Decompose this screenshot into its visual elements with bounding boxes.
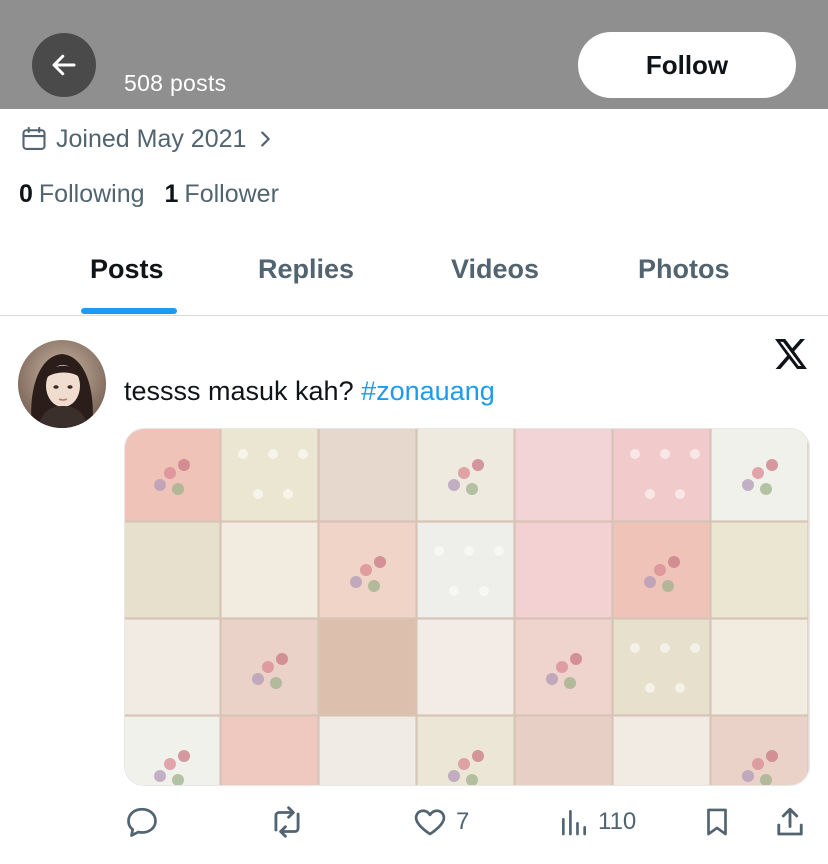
calendar-icon	[22, 126, 46, 150]
posts-count: 508 posts	[124, 70, 227, 96]
arrow-left-icon	[52, 54, 76, 76]
share-icon	[777, 807, 803, 836]
back-button[interactable]	[32, 33, 96, 97]
following-label: Following	[38, 180, 145, 208]
followers-count: 1	[164, 180, 179, 208]
profile-tabs: Posts Replies Videos Photos	[0, 240, 828, 316]
profile-header: 508 posts Follow	[0, 0, 828, 109]
repost-icon	[274, 806, 300, 838]
tab-posts[interactable]: Posts	[90, 254, 164, 285]
following-count: 0	[19, 180, 33, 208]
follow-stats: 0 Following 1 Follower	[19, 180, 279, 209]
repost-button[interactable]	[268, 800, 306, 844]
tab-replies[interactable]: Replies	[258, 254, 354, 285]
patchwork-quilt-image	[125, 429, 809, 785]
post-image[interactable]	[124, 428, 810, 786]
post-actions: 7 110	[0, 800, 828, 844]
avatar[interactable]	[18, 340, 106, 428]
tab-videos[interactable]: Videos	[451, 254, 539, 285]
post-text: tessss masuk kah? #zonauang	[124, 376, 495, 407]
joined-date[interactable]: Joined May 2021	[20, 122, 276, 156]
views-button[interactable]: 110	[558, 800, 636, 844]
joined-label: Joined May 2021	[56, 124, 247, 153]
x-logo-icon[interactable]	[772, 336, 808, 372]
avatar-image	[18, 340, 106, 428]
following-stat[interactable]: 0 Following	[19, 180, 145, 209]
follow-button[interactable]: Follow	[578, 32, 796, 98]
post-body: tessss masuk kah?	[124, 376, 362, 406]
views-icon	[562, 810, 586, 836]
followers-stat[interactable]: 1 Follower	[165, 180, 279, 209]
views-count: 110	[598, 808, 637, 835]
chevron-right-icon	[261, 131, 271, 147]
heart-icon	[414, 809, 446, 836]
like-count: 7	[456, 808, 470, 835]
share-button[interactable]	[772, 800, 808, 844]
bookmark-icon	[707, 808, 727, 836]
reply-button[interactable]	[124, 800, 160, 844]
reply-icon	[127, 807, 157, 837]
like-button[interactable]: 7	[412, 800, 469, 844]
hashtag-link[interactable]: #zonauang	[361, 376, 495, 406]
active-tab-indicator	[81, 308, 177, 314]
tab-photos[interactable]: Photos	[638, 254, 730, 285]
followers-label: Follower	[184, 180, 279, 208]
bookmark-button[interactable]	[700, 800, 734, 844]
